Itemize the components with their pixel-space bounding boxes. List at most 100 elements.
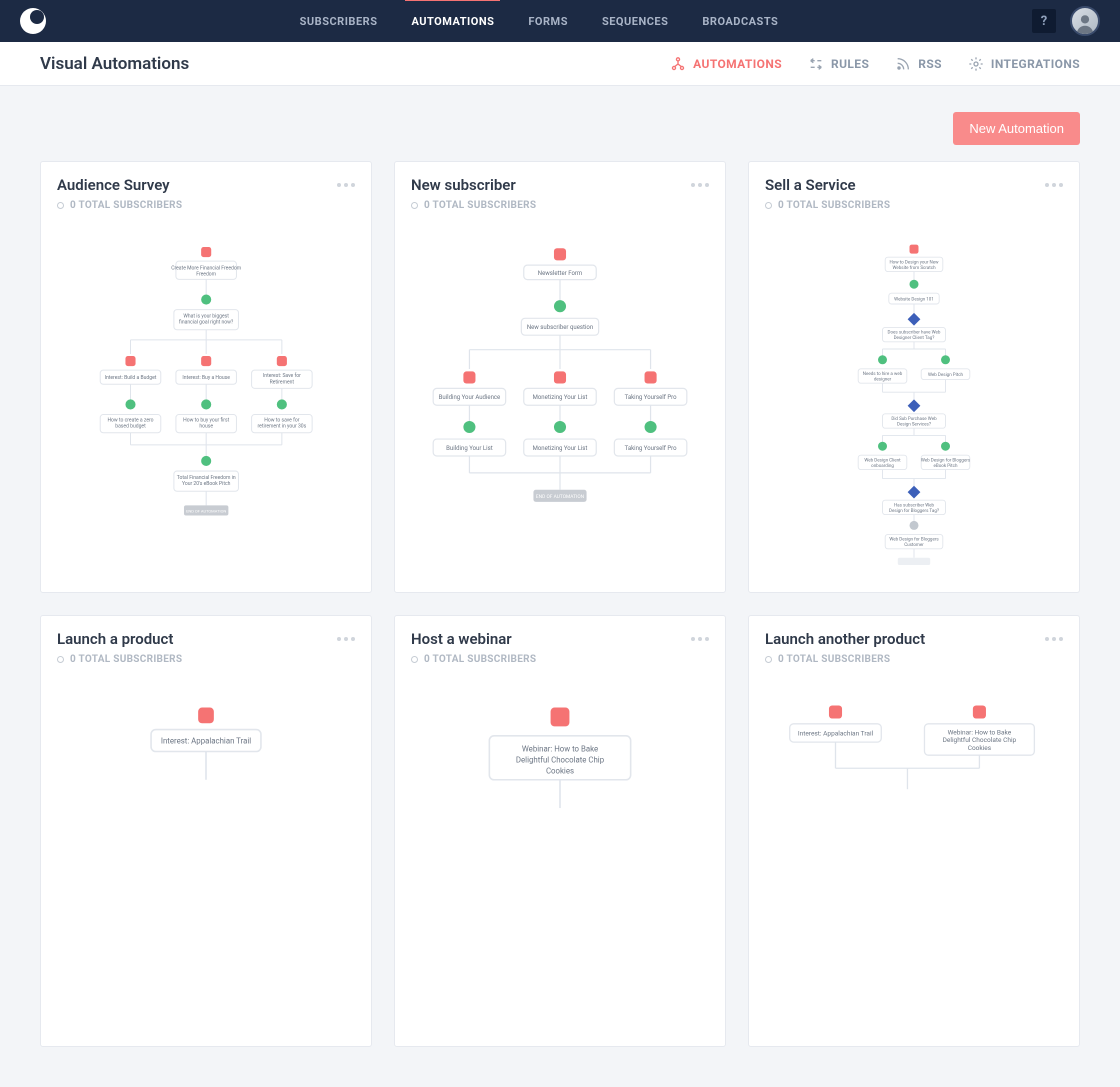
svg-text:Web Design Client: Web Design Client — [864, 458, 901, 464]
svg-text:Webinar: How to Bake: Webinar: How to Bake — [948, 728, 1012, 736]
automation-card[interactable]: Audience Survey 0 TOTAL SUBSCRIBERS Crea… — [40, 161, 372, 593]
action-bar: New Automation — [0, 86, 1120, 161]
card-title: Sell a Service — [765, 176, 856, 194]
svg-text:Cookies: Cookies — [968, 744, 992, 752]
svg-text:Delightful Chocolate Chip: Delightful Chocolate Chip — [516, 756, 605, 765]
automations-icon — [670, 56, 686, 72]
svg-text:Interest: Build a Budget: Interest: Build a Budget — [104, 375, 156, 381]
card-header: Host a webinar 0 TOTAL SUBSCRIBERS — [395, 616, 725, 677]
status-dot-icon — [57, 656, 64, 663]
svg-text:Did Sub Purchase Web: Did Sub Purchase Web — [891, 416, 937, 422]
svg-text:Monetizing Your List: Monetizing Your List — [533, 445, 588, 452]
svg-text:Taking Yourself Pro: Taking Yourself Pro — [625, 394, 678, 401]
svg-text:financial goal right now?: financial goal right now? — [179, 319, 234, 326]
svg-text:Building Your Audience: Building Your Audience — [439, 394, 501, 401]
card-subscribers: 0 TOTAL SUBSCRIBERS — [765, 654, 1063, 665]
subnav-rules[interactable]: RULES — [808, 56, 869, 72]
subnav-label: AUTOMATIONS — [693, 57, 782, 71]
svg-text:Designer Client Tag?: Designer Client Tag? — [894, 335, 935, 341]
card-menu-icon[interactable] — [691, 183, 709, 187]
sub-nav: Visual Automations AUTOMATIONS RULES RSS… — [0, 42, 1120, 86]
card-title: Launch a product — [57, 630, 173, 648]
card-menu-icon[interactable] — [337, 637, 355, 641]
svg-text:END OF AUTOMATION: END OF AUTOMATION — [186, 508, 226, 513]
svg-text:retirement in your 30s: retirement in your 30s — [257, 424, 306, 430]
svg-text:Taking Yourself Pro: Taking Yourself Pro — [625, 445, 678, 452]
new-automation-button[interactable]: New Automation — [953, 112, 1080, 145]
top-nav: SUBSCRIBERS AUTOMATIONS FORMS SEQUENCES … — [0, 0, 1120, 42]
svg-text:Building Your List: Building Your List — [446, 445, 493, 452]
status-dot-icon — [411, 202, 418, 209]
status-dot-icon — [765, 656, 772, 663]
card-menu-icon[interactable] — [691, 637, 709, 641]
card-menu-icon[interactable] — [1045, 637, 1063, 641]
svg-text:Retirement: Retirement — [269, 379, 294, 385]
integrations-icon — [968, 56, 984, 72]
card-menu-icon[interactable] — [337, 183, 355, 187]
rss-icon — [895, 56, 911, 72]
subnav-label: RULES — [831, 57, 869, 71]
svg-text:Customer: Customer — [904, 542, 924, 548]
svg-text:Webinar: How to Bake: Webinar: How to Bake — [522, 745, 598, 754]
nav-forms[interactable]: FORMS — [528, 1, 568, 42]
svg-text:Your 20's eBook Pitch: Your 20's eBook Pitch — [182, 481, 231, 487]
subnav-right: AUTOMATIONS RULES RSS INTEGRATIONS — [670, 56, 1080, 72]
subnav-label: RSS — [918, 57, 942, 71]
flowchart-preview: Webinar: How to Bake Delightful Chocolat… — [395, 677, 725, 1046]
nav-right: ? — [1032, 6, 1100, 36]
subnav-rss[interactable]: RSS — [895, 56, 942, 72]
nav-broadcasts[interactable]: BROADCASTS — [702, 1, 778, 42]
status-dot-icon — [57, 202, 64, 209]
automation-card[interactable]: Sell a Service 0 TOTAL SUBSCRIBERS How t… — [748, 161, 1080, 593]
flowchart-preview: Create More Financial Freedom Freedom Wh… — [41, 223, 371, 592]
card-subscribers: 0 TOTAL SUBSCRIBERS — [57, 654, 355, 665]
svg-text:based budget: based budget — [115, 424, 146, 430]
svg-text:Delightful Chocolate Chip: Delightful Chocolate Chip — [943, 736, 1017, 744]
automation-card[interactable]: Host a webinar 0 TOTAL SUBSCRIBERS Webin… — [394, 615, 726, 1047]
svg-text:How to buy your first: How to buy your first — [183, 417, 229, 424]
flowchart-preview: Interest: Appalachian Trail — [41, 677, 371, 1046]
card-title: Launch another product — [765, 630, 925, 648]
svg-text:Needs to hire a web: Needs to hire a web — [863, 371, 903, 377]
card-title: Host a webinar — [411, 630, 512, 648]
svg-text:onboarding: onboarding — [871, 463, 894, 469]
card-header: Sell a Service 0 TOTAL SUBSCRIBERS — [749, 162, 1079, 223]
subnav-automations[interactable]: AUTOMATIONS — [670, 56, 782, 72]
subnav-label: INTEGRATIONS — [991, 57, 1080, 71]
automation-card[interactable]: Launch another product 0 TOTAL SUBSCRIBE… — [748, 615, 1080, 1047]
card-header: Audience Survey 0 TOTAL SUBSCRIBERS — [41, 162, 371, 223]
status-dot-icon — [411, 656, 418, 663]
automation-card[interactable]: New subscriber 0 TOTAL SUBSCRIBERS Newsl… — [394, 161, 726, 593]
svg-text:Interest: Appalachian Trail: Interest: Appalachian Trail — [798, 730, 874, 738]
svg-text:Web Design Pitch: Web Design Pitch — [928, 372, 964, 378]
nav-sequences[interactable]: SEQUENCES — [602, 1, 668, 42]
status-dot-icon — [765, 202, 772, 209]
card-subscribers: 0 TOTAL SUBSCRIBERS — [411, 200, 709, 211]
logo-icon[interactable] — [20, 8, 46, 34]
flowchart-preview: How to Design your New Website from Scra… — [749, 223, 1079, 592]
rules-icon — [808, 56, 824, 72]
subnav-integrations[interactable]: INTEGRATIONS — [968, 56, 1080, 72]
nav-automations[interactable]: AUTOMATIONS — [411, 1, 494, 42]
card-menu-icon[interactable] — [1045, 183, 1063, 187]
svg-text:New subscriber question: New subscriber question — [527, 324, 593, 331]
help-button[interactable]: ? — [1032, 9, 1056, 33]
nav-items: SUBSCRIBERS AUTOMATIONS FORMS SEQUENCES … — [46, 1, 1032, 42]
svg-text:Has subscriber Web: Has subscriber Web — [894, 503, 935, 509]
svg-text:house: house — [199, 424, 213, 430]
svg-text:Design Services?: Design Services? — [897, 422, 931, 428]
nav-subscribers[interactable]: SUBSCRIBERS — [300, 1, 378, 42]
svg-text:designer: designer — [874, 377, 892, 383]
flowchart-preview: Interest: Appalachian Trail Webinar: How… — [749, 677, 1079, 1046]
svg-text:Interest: Save for: Interest: Save for — [263, 372, 301, 379]
svg-text:Interest: Buy a House: Interest: Buy a House — [182, 375, 230, 381]
svg-text:Monetizing Your List: Monetizing Your List — [533, 394, 588, 401]
card-subscribers: 0 TOTAL SUBSCRIBERS — [57, 200, 355, 211]
svg-text:Newsletter Form: Newsletter Form — [538, 270, 582, 277]
automation-card[interactable]: Launch a product 0 TOTAL SUBSCRIBERS Int… — [40, 615, 372, 1047]
avatar[interactable] — [1070, 6, 1100, 36]
svg-text:Interest: Appalachian Trail: Interest: Appalachian Trail — [161, 737, 251, 746]
page-title: Visual Automations — [40, 54, 189, 74]
svg-text:eBook Pitch: eBook Pitch — [934, 463, 958, 469]
svg-text:Freedom: Freedom — [196, 271, 216, 277]
